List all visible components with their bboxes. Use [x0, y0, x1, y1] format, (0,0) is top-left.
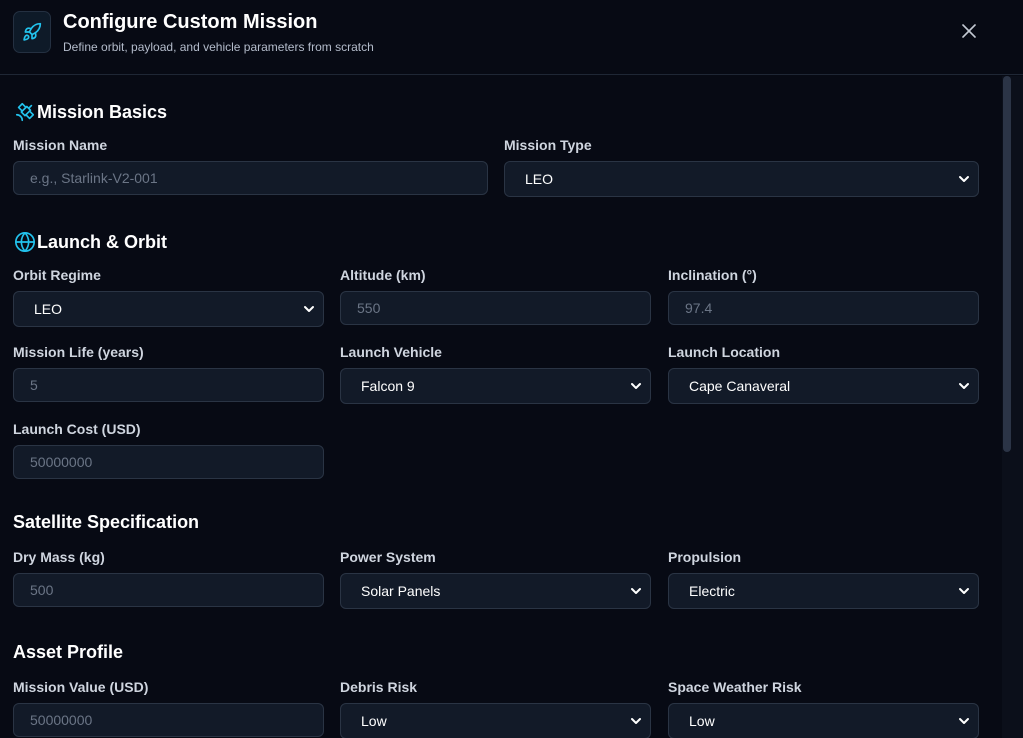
- launch-location-value: Cape Canaveral: [689, 378, 791, 394]
- debris-risk-value: Low: [361, 713, 387, 729]
- close-icon: [962, 24, 976, 38]
- chevron-down-icon: [958, 173, 970, 185]
- section-title-text: Mission Basics: [37, 101, 168, 122]
- close-button[interactable]: [958, 20, 980, 42]
- debris-risk-select[interactable]: Low: [340, 703, 651, 738]
- globe-icon: [13, 230, 37, 254]
- debris-risk-label: Debris Risk: [340, 679, 418, 695]
- mission-type-select[interactable]: LEO: [504, 161, 979, 197]
- launch-location-select[interactable]: Cape Canaveral: [668, 368, 979, 404]
- dialog-header: Configure Custom Mission Define orbit, p…: [0, 0, 1023, 75]
- launch-cost-input[interactable]: [13, 445, 324, 479]
- mission-value-label: Mission Value (USD): [13, 679, 149, 695]
- mission-type-label: Mission Type: [504, 137, 592, 153]
- section-title-text: Asset Profile: [13, 642, 124, 662]
- orbit-regime-select[interactable]: LEO: [13, 291, 324, 327]
- altitude-label: Altitude (km): [340, 267, 426, 283]
- propulsion-value: Electric: [689, 583, 735, 599]
- launch-vehicle-select[interactable]: Falcon 9: [340, 368, 651, 404]
- section-mission-basics: Mission Basics: [13, 100, 167, 124]
- section-title-text: Launch & Orbit: [37, 231, 167, 252]
- inclination-label: Inclination (°): [668, 267, 757, 283]
- power-system-value: Solar Panels: [361, 583, 441, 599]
- launch-vehicle-label: Launch Vehicle: [340, 344, 442, 360]
- chevron-down-icon: [958, 585, 970, 597]
- mission-type-value: LEO: [525, 171, 554, 187]
- launch-cost-label: Launch Cost (USD): [13, 421, 141, 437]
- dry-mass-label: Dry Mass (kg): [13, 549, 105, 565]
- propulsion-label: Propulsion: [668, 549, 742, 565]
- orbit-regime-value: LEO: [34, 301, 63, 317]
- power-system-select[interactable]: Solar Panels: [340, 573, 651, 609]
- mission-life-input[interactable]: [13, 368, 324, 402]
- chevron-down-icon: [630, 585, 642, 597]
- space-weather-risk-value: Low: [689, 713, 715, 729]
- chevron-down-icon: [630, 715, 642, 727]
- power-system-label: Power System: [340, 549, 436, 565]
- altitude-input[interactable]: [340, 291, 651, 325]
- mission-name-input[interactable]: [13, 161, 488, 195]
- chevron-down-icon: [958, 380, 970, 392]
- section-asset-profile: Asset Profile: [13, 642, 123, 663]
- section-launch-orbit: Launch & Orbit: [13, 230, 167, 254]
- launch-vehicle-value: Falcon 9: [361, 378, 415, 394]
- dialog-title: Configure Custom Mission: [63, 11, 318, 33]
- mission-value-input[interactable]: [13, 703, 324, 737]
- space-weather-risk-select[interactable]: Low: [668, 703, 979, 738]
- space-weather-risk-label: Space Weather Risk: [668, 679, 802, 695]
- rocket-icon: [13, 11, 51, 53]
- dialog-subtitle: Define orbit, payload, and vehicle param…: [63, 40, 374, 54]
- satellite-icon: [13, 100, 37, 124]
- chevron-down-icon: [303, 303, 315, 315]
- chevron-down-icon: [958, 715, 970, 727]
- section-satellite-spec: Satellite Specification: [13, 512, 199, 533]
- section-title-text: Satellite Specification: [13, 512, 200, 532]
- dialog-body: Mission Basics Mission Name Mission Type…: [0, 76, 1002, 738]
- mission-name-label: Mission Name: [13, 137, 108, 153]
- launch-location-label: Launch Location: [668, 344, 780, 360]
- orbit-regime-label: Orbit Regime: [13, 267, 101, 283]
- dry-mass-input[interactable]: [13, 573, 324, 607]
- mission-life-label: Mission Life (years): [13, 344, 144, 360]
- scrollbar-thumb[interactable]: [1003, 76, 1011, 452]
- chevron-down-icon: [630, 380, 642, 392]
- propulsion-select[interactable]: Electric: [668, 573, 979, 609]
- inclination-input[interactable]: [668, 291, 979, 325]
